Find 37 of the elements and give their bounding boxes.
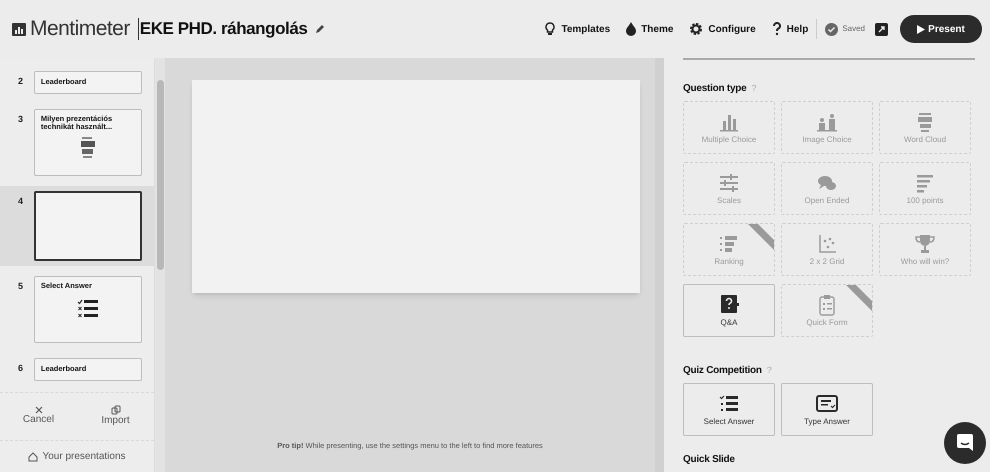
logo-icon <box>12 22 26 36</box>
nav-button[interactable]: Configure <box>689 22 756 36</box>
section-title: Quick Slide <box>683 454 735 465</box>
copy-icon <box>110 405 120 416</box>
sidebar-action[interactable]: Import <box>77 393 154 440</box>
check-circle-icon <box>825 22 838 36</box>
lightbulb-icon <box>544 22 556 36</box>
section-title: Question type <box>683 82 746 96</box>
presentation-title[interactable]: EKE PHD. ráhangolás <box>140 16 308 42</box>
close-icon <box>34 406 42 414</box>
pencil-icon[interactable] <box>315 24 326 34</box>
gear-icon <box>689 22 704 36</box>
help-icon <box>772 22 782 36</box>
nav-button[interactable]: Help <box>772 22 808 36</box>
home-icon <box>28 452 38 462</box>
slide-number: 6 <box>18 362 24 375</box>
question-type-tile[interactable]: Q&A <box>683 284 775 337</box>
slide-number: 2 <box>18 75 24 88</box>
nav-button[interactable]: Templates <box>544 22 610 36</box>
slide-number: 5 <box>18 280 24 293</box>
present-button[interactable]: Present <box>900 15 982 43</box>
text-box-icon <box>813 393 841 415</box>
sidebar-action[interactable]: Cancel <box>0 393 77 440</box>
chat-icon <box>955 433 975 453</box>
question-type-tile[interactable]: Type Answer <box>781 383 873 436</box>
saved-status: Saved <box>842 23 865 35</box>
logo-text: Mentimeter <box>30 16 130 42</box>
slide-number: 3 <box>18 113 24 126</box>
external-link-icon[interactable] <box>875 22 888 36</box>
slide-thumbnail[interactable] <box>34 191 142 261</box>
drop-icon <box>626 22 636 36</box>
section-title: Quiz Competition <box>683 364 762 378</box>
slide-number: 4 <box>18 195 24 208</box>
nav-button[interactable]: Theme <box>626 22 674 36</box>
question-type-tile[interactable]: Select Answer <box>683 383 775 436</box>
play-icon <box>917 24 926 34</box>
your-presentations-link[interactable]: Your presentations <box>0 440 154 472</box>
